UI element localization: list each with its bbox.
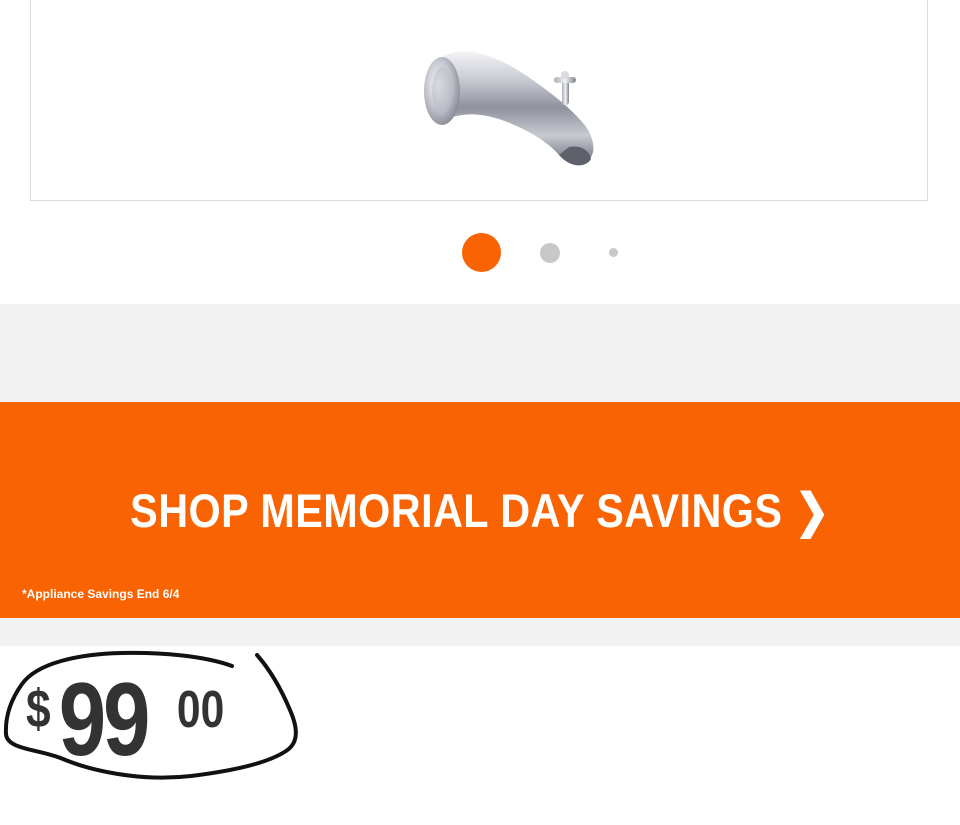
carousel-pagination <box>0 232 960 272</box>
carousel-dot-1[interactable] <box>462 233 501 272</box>
carousel-dot-2[interactable] <box>540 243 560 263</box>
product-image-frame[interactable] <box>30 0 928 201</box>
price-dollars: 99 <box>58 662 151 778</box>
carousel-dot-3[interactable] <box>609 248 618 257</box>
product-image-card <box>0 0 960 304</box>
tub-spout-image[interactable] <box>419 37 609 172</box>
promo-disclaimer: *Appliance Savings End 6/4 <box>22 587 180 601</box>
chevron-right-icon: ❯ <box>794 484 830 537</box>
price-currency-symbol: $ <box>26 679 51 739</box>
price-cents: 00 <box>176 681 225 739</box>
promo-cta-label[interactable]: SHOP MEMORIAL DAY SAVINGS <box>130 484 782 537</box>
promo-cta[interactable]: SHOP MEMORIAL DAY SAVINGS ❯ <box>58 484 903 538</box>
